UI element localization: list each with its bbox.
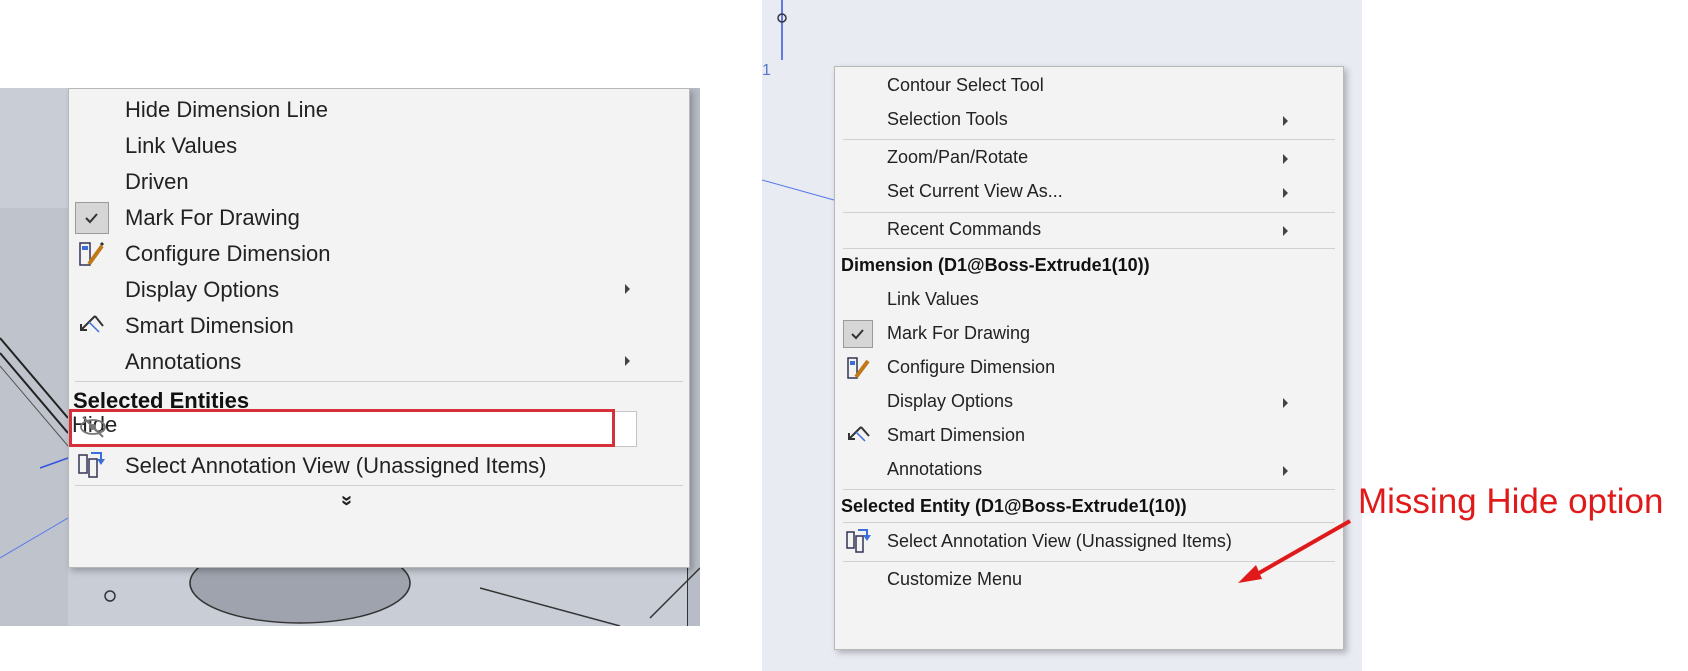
left-menu-item-label: Link Values — [125, 133, 238, 158]
right-menu-item-label: Smart Dimension — [887, 425, 1026, 445]
submenu-arrow-icon — [1283, 466, 1288, 476]
left-context-menu: Hide Dimension Line Link Values Driven M… — [68, 88, 690, 568]
annotation-arrow-icon — [1238, 519, 1351, 583]
menu-separator — [75, 381, 683, 382]
menu-separator — [843, 139, 1335, 140]
checkmark-icon — [843, 320, 873, 348]
menu-separator — [75, 485, 683, 486]
menu-separator — [843, 489, 1335, 490]
left-menu-item-label: Hide Dimension Line — [125, 97, 328, 122]
right-menu-set-current-view-as[interactable]: Set Current View As... — [835, 175, 1343, 209]
left-menu-item-label: Smart Dimension — [125, 313, 294, 338]
expand-menu-icon[interactable]: » — [335, 495, 358, 506]
left-menu-smart-dimension[interactable]: Smart Dimension — [69, 307, 689, 343]
right-menu-item-label: Recent Commands — [887, 219, 1042, 239]
right-menu-contour-select-tool[interactable]: Contour Select Tool — [835, 69, 1343, 103]
left-menu-hide-dimension-line[interactable]: Hide Dimension Line — [69, 91, 689, 127]
left-menu-mark-for-drawing[interactable]: Mark For Drawing — [69, 199, 689, 235]
right-menu-configure-dimension[interactable]: Configure Dimension — [835, 351, 1343, 385]
svg-text:1: 1 — [762, 62, 771, 79]
right-menu-entity-header: Selected Entity (D1@Boss-Extrude1(10)) — [841, 496, 1187, 516]
left-cad-viewport: Hide Dimension Line Link Values Driven M… — [0, 88, 700, 626]
right-menu-item-label: Configure Dimension — [887, 357, 1056, 377]
left-menu-configure-dimension[interactable]: Configure Dimension — [69, 235, 689, 271]
right-menu-item-label: Selection Tools — [887, 109, 1008, 129]
submenu-arrow-icon — [625, 356, 630, 366]
right-menu-item-label: Set Current View As... — [887, 181, 1063, 201]
submenu-arrow-icon — [1283, 188, 1288, 198]
submenu-arrow-icon — [1283, 226, 1288, 236]
checkmark-icon — [75, 202, 109, 234]
left-menu-item-label: Driven — [125, 169, 189, 194]
submenu-arrow-icon — [1283, 398, 1288, 408]
left-menu-item-label: Display Options — [125, 277, 280, 302]
right-menu-item-label: Mark For Drawing — [887, 323, 1031, 343]
left-menu-select-annotation-view[interactable]: Select Annotation View (Unassigned Items… — [69, 447, 689, 483]
left-menu-link-values[interactable]: Link Values — [69, 127, 689, 163]
left-menu-item-label: Mark For Drawing — [125, 205, 300, 230]
smart-dimension-icon — [848, 426, 870, 442]
right-menu-recent-commands[interactable]: Recent Commands — [835, 213, 1343, 247]
right-menu-item-label: Contour Select Tool — [887, 75, 1044, 95]
right-menu-dimension-header: Dimension (D1@Boss-Extrude1(10)) — [841, 255, 1150, 275]
right-menu-smart-dimension[interactable]: Smart Dimension — [835, 419, 1343, 453]
eye-slash-icon — [80, 416, 106, 438]
right-menu-mark-for-drawing[interactable]: Mark For Drawing — [835, 317, 1343, 351]
right-menu-selection-tools[interactable]: Selection Tools — [835, 103, 1343, 137]
right-menu-zoom-pan-rotate[interactable]: Zoom/Pan/Rotate — [835, 141, 1343, 175]
right-menu-item-label: Annotations — [887, 459, 983, 479]
left-menu-item-label: Select Annotation View (Unassigned Items… — [125, 453, 547, 478]
right-menu-display-options[interactable]: Display Options — [835, 385, 1343, 419]
submenu-arrow-icon — [1283, 154, 1288, 164]
right-menu-annotations[interactable]: Annotations — [835, 453, 1343, 487]
left-menu-display-options[interactable]: Display Options — [69, 271, 689, 307]
right-menu-item-label: Select Annotation View (Unassigned Items… — [887, 531, 1232, 551]
menu-separator — [843, 248, 1335, 249]
annotation-view-icon — [78, 452, 105, 478]
left-menu-item-label: Configure Dimension — [125, 241, 331, 266]
left-menu-annotations[interactable]: Annotations — [69, 343, 689, 379]
configure-dimension-icon — [847, 357, 870, 379]
right-menu-item-label: Link Values — [887, 289, 979, 309]
configure-dimension-icon — [79, 241, 105, 266]
submenu-arrow-icon — [625, 284, 630, 294]
submenu-arrow-icon — [1283, 116, 1288, 126]
annotation-view-icon — [846, 529, 871, 553]
smart-dimension-icon — [80, 315, 104, 333]
right-menu-item-label: Display Options — [887, 391, 1014, 411]
left-menu-driven[interactable]: Driven — [69, 163, 689, 199]
right-menu-item-label: Customize Menu — [887, 569, 1023, 589]
right-menu-link-values[interactable]: Link Values — [835, 283, 1343, 317]
right-menu-item-label: Zoom/Pan/Rotate — [887, 147, 1029, 167]
missing-hide-annotation-text: Missing Hide option — [1358, 482, 1664, 521]
left-menu-item-label: Annotations — [125, 349, 242, 374]
left-menu-hide-highlighted[interactable]: Hide — [69, 409, 615, 447]
